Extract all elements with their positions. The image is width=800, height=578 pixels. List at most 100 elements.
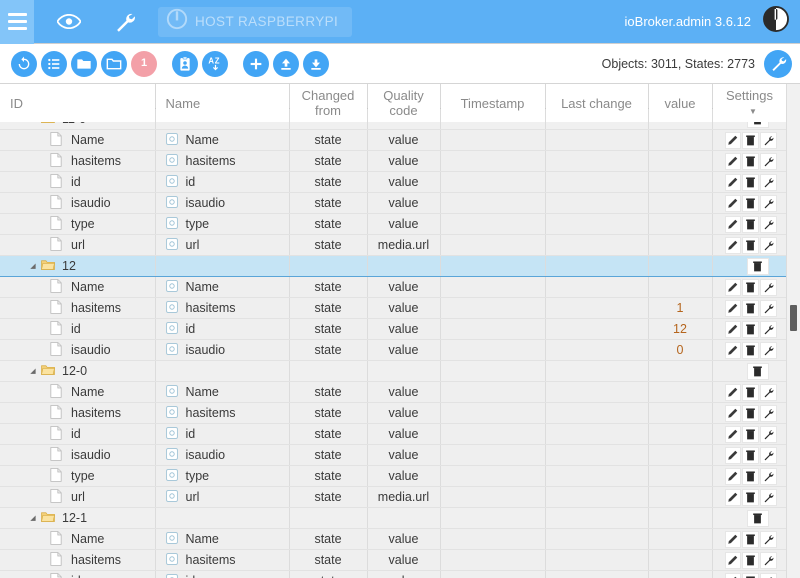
edit-button[interactable] [724, 467, 742, 485]
column-header-value[interactable]: value [648, 84, 713, 123]
delete-button[interactable] [742, 446, 759, 464]
power-logo-button[interactable] [761, 6, 791, 37]
toolbar-settings-button[interactable] [764, 49, 792, 78]
settings-wrench-button[interactable] [104, 0, 146, 44]
table-row-state[interactable]: type type state value [0, 465, 787, 487]
column-header-lastchange[interactable]: Last change [545, 84, 649, 123]
delete-button[interactable] [742, 551, 759, 569]
delete-button[interactable] [742, 383, 759, 401]
table-row-state[interactable]: id id statevalue [0, 570, 787, 578]
edit-button[interactable] [724, 278, 742, 296]
table-row-state[interactable]: url url state media.url [0, 234, 787, 256]
filter-count-button[interactable]: 1 [131, 50, 157, 77]
preview-eye-button[interactable] [48, 0, 90, 44]
tree-expand-toggle[interactable]: ◢ [28, 263, 38, 270]
table-row-state[interactable]: hasitems hasitems state value 1 [0, 297, 787, 319]
column-header-name[interactable]: Name [155, 84, 290, 123]
delete-button[interactable] [742, 236, 759, 254]
collapse-folders-button[interactable] [101, 50, 127, 77]
vertical-scrollbar[interactable] [786, 84, 800, 578]
download-button[interactable] [303, 50, 329, 77]
table-row-state[interactable]: hasitems hasitems state value [0, 150, 787, 172]
tree-expand-toggle[interactable]: ◢ [28, 515, 38, 522]
delete-button[interactable] [742, 404, 759, 422]
table-row-state[interactable]: Name Name state value [0, 528, 787, 550]
delete-button[interactable] [742, 215, 759, 233]
edit-button[interactable] [724, 446, 742, 464]
config-button[interactable] [759, 404, 777, 422]
config-button[interactable] [759, 131, 777, 149]
table-row-state[interactable]: isaudio isaudio state value [0, 444, 787, 466]
edit-button[interactable] [724, 341, 742, 359]
config-button[interactable] [759, 236, 777, 254]
edit-button[interactable] [724, 404, 742, 422]
refresh-button[interactable] [11, 50, 37, 77]
config-button[interactable] [759, 467, 777, 485]
table-row-state[interactable]: Name Name state value [0, 129, 787, 151]
config-button[interactable] [759, 446, 777, 464]
column-header-settings[interactable]: Settings ▼ [712, 84, 787, 123]
edit-button[interactable] [724, 530, 742, 548]
host-selector-button[interactable]: HOST RASPBERRYPI [158, 6, 353, 37]
table-row-folder[interactable]: ◢ 12-1 [0, 507, 787, 529]
upload-button[interactable] [273, 50, 299, 77]
delete-button[interactable] [742, 278, 759, 296]
edit-button[interactable] [724, 173, 742, 191]
delete-button[interactable] [742, 173, 759, 191]
delete-button[interactable] [742, 572, 759, 578]
delete-button[interactable] [742, 488, 759, 506]
delete-button[interactable] [742, 299, 759, 317]
config-button[interactable] [759, 425, 777, 443]
table-row-state[interactable]: isaudio isaudio state value 0 [0, 339, 787, 361]
edit-button[interactable] [724, 383, 742, 401]
config-button[interactable] [759, 278, 777, 296]
table-row-state[interactable]: Name Name state value [0, 381, 787, 403]
config-button[interactable] [759, 215, 777, 233]
delete-button[interactable] [742, 194, 759, 212]
config-button[interactable] [759, 320, 777, 338]
edit-button[interactable] [724, 236, 742, 254]
delete-button[interactable] [746, 509, 769, 527]
config-button[interactable] [759, 488, 777, 506]
edit-button[interactable] [724, 194, 742, 212]
config-button[interactable] [759, 299, 777, 317]
config-button[interactable] [759, 551, 777, 569]
delete-button[interactable] [746, 257, 769, 275]
table-row-state[interactable]: Name Name state value [0, 276, 787, 298]
config-button[interactable] [759, 572, 777, 578]
edit-button[interactable] [724, 131, 742, 149]
config-button[interactable] [759, 173, 777, 191]
sort-az-button[interactable]: A Z [202, 50, 228, 77]
config-button[interactable] [759, 383, 777, 401]
delete-button[interactable] [742, 425, 759, 443]
delete-button[interactable] [742, 131, 759, 149]
edit-button[interactable] [724, 572, 742, 578]
config-button[interactable] [759, 152, 777, 170]
edit-button[interactable] [724, 299, 742, 317]
delete-button[interactable] [742, 152, 759, 170]
table-row-state[interactable]: id id statevalue [0, 171, 787, 193]
table-row-folder[interactable]: ◢ 12-0 [0, 360, 787, 382]
add-object-button[interactable] [243, 50, 269, 77]
contacts-button[interactable] [172, 50, 198, 77]
table-row-state[interactable]: hasitems hasitems state value [0, 549, 787, 571]
delete-button[interactable] [742, 341, 759, 359]
delete-button[interactable] [742, 530, 759, 548]
config-button[interactable] [759, 194, 777, 212]
hamburger-menu-button[interactable] [0, 0, 34, 44]
table-row-state[interactable]: id id state value 12 [0, 318, 787, 340]
table-row-state[interactable]: hasitems hasitems state value [0, 402, 787, 424]
table-row-state[interactable]: id id statevalue [0, 423, 787, 445]
table-row-folder[interactable]: ◢ 12 [0, 255, 787, 277]
list-view-button[interactable] [41, 50, 67, 77]
table-row-state[interactable]: type type state value [0, 213, 787, 235]
expand-folders-button[interactable] [71, 50, 97, 77]
tree-expand-toggle[interactable]: ◢ [28, 368, 38, 375]
column-header-id[interactable]: ID [0, 84, 156, 123]
edit-button[interactable] [724, 425, 742, 443]
table-row-state[interactable]: isaudio isaudio state value [0, 192, 787, 214]
column-header-quality[interactable]: Quality code [367, 84, 441, 123]
objects-table-scroll-area[interactable]: ID Name Changed from Quality code Timest… [0, 84, 787, 578]
config-button[interactable] [759, 530, 777, 548]
delete-button[interactable] [742, 467, 759, 485]
